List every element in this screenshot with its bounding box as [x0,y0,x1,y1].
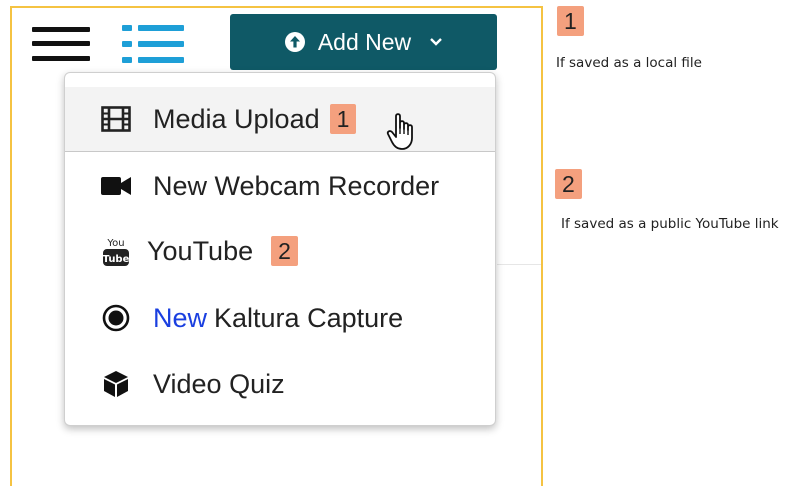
hand-pointer-icon [386,112,418,157]
menu-item-kaltura-capture[interactable]: New Kaltura Capture [65,286,495,350]
add-new-dropdown-menu: Media Upload 1 New Webcam Recorder You T… [64,72,496,426]
menu-item-label: Media Upload [153,103,320,134]
annotation-badge: 2 [271,236,298,266]
film-icon [99,106,133,132]
add-new-label: Add New [317,28,412,55]
menu-item-label: Kaltura Capture [214,302,404,333]
list-view-icon[interactable] [122,25,184,63]
svg-text:Tube: Tube [103,254,130,265]
svg-text:You: You [106,238,124,249]
annotation-badge-2: 2 [555,169,582,199]
annotation-note-2: If saved as a public YouTube link [561,216,779,232]
menu-item-media-upload[interactable]: Media Upload 1 [65,87,495,152]
chevron-down-icon [429,37,443,47]
menu-item-webcam-recorder[interactable]: New Webcam Recorder [65,154,495,218]
hamburger-icon[interactable] [32,27,90,61]
menu-item-label: Video Quiz [153,368,285,399]
record-icon [99,304,133,332]
annotation-badge-1: 1 [557,6,584,36]
annotation-badge: 1 [329,104,357,134]
divider-line [497,264,541,265]
add-new-button[interactable]: Add New [230,14,497,70]
youtube-icon: You Tube [99,235,133,267]
cube-icon [99,370,133,398]
menu-item-label: YouTube [147,235,254,266]
annotation-note-1: If saved as a local file [556,55,702,71]
new-tag: New [153,302,208,333]
menu-item-video-quiz[interactable]: Video Quiz [65,352,495,416]
menu-item-label: New Webcam Recorder [153,170,440,201]
upload-circle-icon [284,31,306,53]
video-camera-icon [99,175,133,197]
menu-item-youtube[interactable]: You Tube YouTube 2 [65,219,495,283]
